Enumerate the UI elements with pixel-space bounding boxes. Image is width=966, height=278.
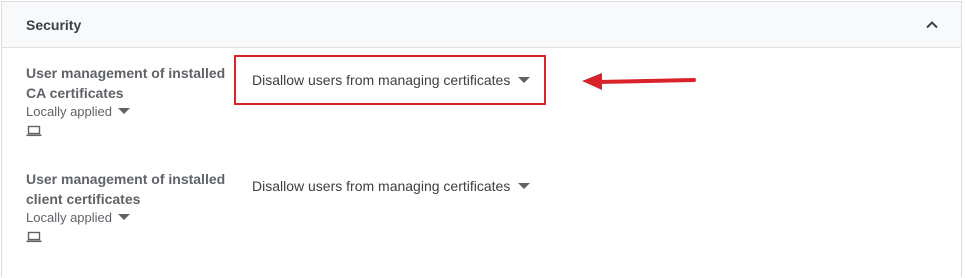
section-header[interactable]: Security: [2, 2, 961, 48]
scope-dropdown[interactable]: Locally applied: [26, 104, 131, 119]
caret-down-icon: [118, 214, 131, 220]
setting-label: User management of installed CA certific…: [26, 65, 226, 101]
section-title: Security: [26, 17, 82, 33]
laptop-icon: [26, 230, 42, 244]
scope-label: Locally applied: [26, 104, 113, 119]
value-dropdown[interactable]: Disallow users from managing certificate…: [252, 178, 531, 194]
security-section: Security User management of installed CA…: [1, 1, 962, 277]
scope-dropdown[interactable]: Locally applied: [26, 210, 131, 225]
value-label: Disallow users from managing certificate…: [252, 178, 511, 194]
chevron-up-icon[interactable]: [923, 16, 941, 34]
arrow-left-icon: [576, 70, 700, 94]
caret-down-icon: [518, 183, 531, 189]
caret-down-icon: [118, 108, 131, 114]
laptop-icon: [26, 124, 42, 138]
annotation-highlight-box: [234, 55, 546, 105]
setting-label: User management of installed client cert…: [26, 171, 226, 207]
scope-label: Locally applied: [26, 210, 113, 225]
